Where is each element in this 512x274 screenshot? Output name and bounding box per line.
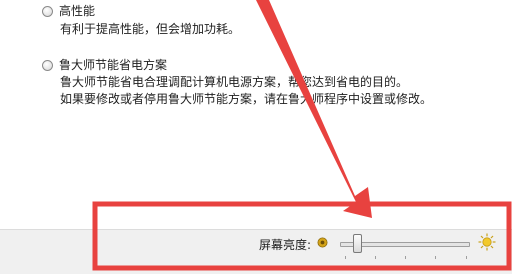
bright-sun-icon	[478, 233, 496, 251]
plan-ludashi-saving[interactable]: 鲁大师节能省电方案	[42, 57, 167, 73]
plan-high-performance[interactable]: 高性能	[42, 3, 95, 19]
slider-thumb[interactable]	[353, 234, 362, 253]
brightness-label: 屏幕亮度:	[259, 238, 312, 252]
plan-description-ludashi-saving: 鲁大师节能省电合理调配计算机电源方案，帮您达到省电的目的。 如果要修改或者停用鲁…	[60, 75, 433, 106]
slider-tick	[375, 256, 376, 259]
slider-tick	[405, 256, 406, 259]
radio-ludashi-saving[interactable]	[42, 59, 53, 71]
slider-tick	[345, 256, 346, 259]
radio-high-performance[interactable]	[42, 5, 53, 17]
slider-tick	[435, 256, 436, 259]
plan-title-ludashi-saving: 鲁大师节能省电方案	[59, 58, 168, 72]
dim-sun-icon	[317, 237, 328, 248]
brightness-slider[interactable]	[340, 234, 470, 259]
slider-tick	[466, 256, 467, 259]
plan-title-high-performance: 高性能	[59, 4, 96, 18]
annotation-arrow	[256, 0, 372, 218]
plan-description-high-performance: 有利于提高性能，但会增加功耗。	[60, 22, 241, 36]
